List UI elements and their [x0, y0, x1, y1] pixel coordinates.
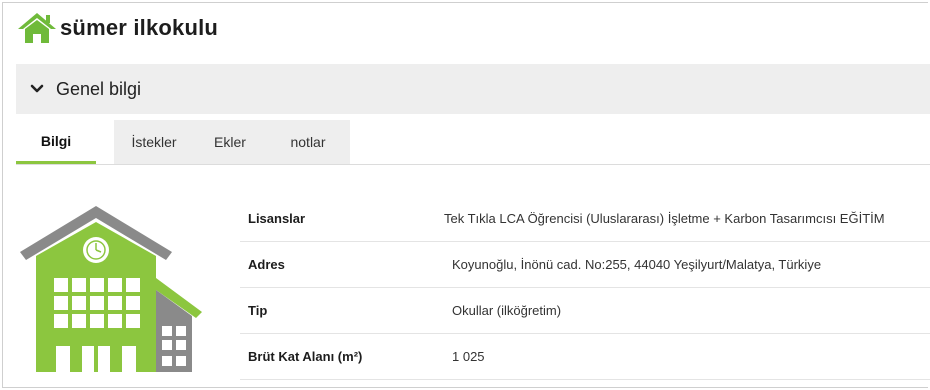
- detail-key-lisanslar: Lisanslar: [240, 196, 444, 242]
- section-header-genel-bilgi[interactable]: Genel bilgi: [16, 64, 930, 114]
- chevron-down-icon[interactable]: [30, 82, 44, 96]
- detail-value-lisanslar: Tek Tıkla LCA Öğrencisi (Uluslararası) İ…: [444, 196, 930, 242]
- detail-key-tip: Tip: [240, 287, 444, 334]
- tab-notlar[interactable]: notlar: [266, 120, 350, 164]
- details-table: Lisanslar Tek Tıkla LCA Öğrencisi (Ulusl…: [240, 196, 930, 380]
- detail-key-brut-kat-alani: Brüt Kat Alanı (m²): [240, 333, 444, 380]
- tab-bilgi[interactable]: Bilgi: [16, 120, 96, 164]
- section-title: Genel bilgi: [56, 78, 142, 99]
- tab-istekler[interactable]: İstekler: [114, 120, 194, 164]
- page-header: sümer ilkokulu: [16, 8, 218, 48]
- tab-ekler[interactable]: Ekler: [194, 120, 266, 164]
- detail-value-adres: Koyunoğlu, İnönü cad. No:255, 44040 Yeşi…: [444, 241, 930, 288]
- tab-bar: Bilgi İstekler Ekler notlar: [16, 120, 930, 165]
- page-title: sümer ilkokulu: [60, 15, 219, 40]
- table-row: Brüt Kat Alanı (m²) 1 025: [240, 333, 930, 380]
- detail-value-tip: Okullar (ilköğretim): [444, 287, 930, 334]
- detail-value-brut-kat-alani: 1 025: [444, 333, 930, 380]
- table-row: Tip Okullar (ilköğretim): [240, 287, 930, 334]
- detail-key-adres: Adres: [240, 241, 444, 288]
- table-row: Lisanslar Tek Tıkla LCA Öğrencisi (Ulusl…: [240, 196, 930, 242]
- home-icon: [18, 13, 56, 43]
- table-row: Adres Koyunoğlu, İnönü cad. No:255, 4404…: [240, 241, 930, 288]
- school-building-icon: [20, 206, 202, 372]
